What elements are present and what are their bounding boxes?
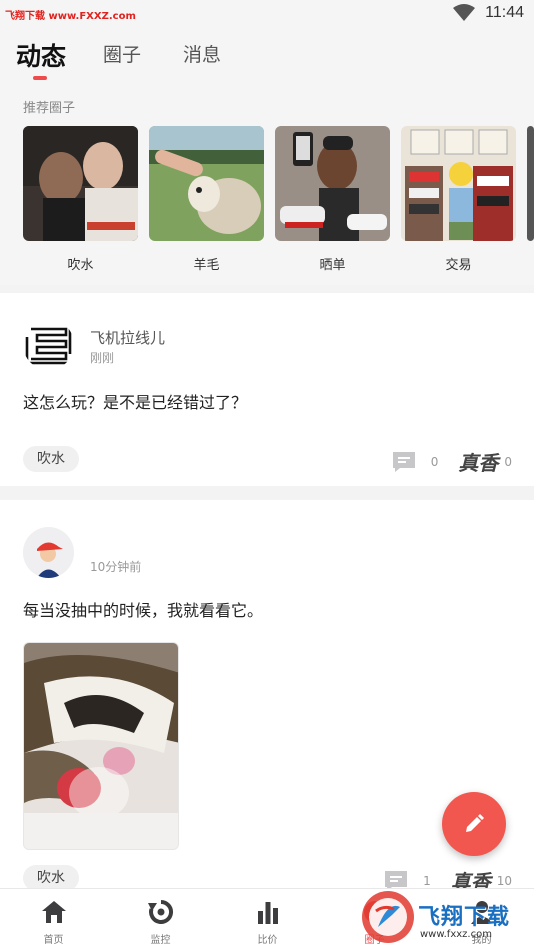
watermark-text: 飞翔下载 [418, 905, 511, 930]
circle-image [23, 126, 138, 241]
nav-item-monitor[interactable]: 监控 [107, 889, 214, 949]
username[interactable]: 飞机拉线儿 [90, 327, 165, 348]
nav-item-home[interactable]: 首页 [0, 889, 107, 949]
comment-icon[interactable] [391, 450, 417, 474]
circle-card-jiaoyi[interactable]: 交易 [401, 126, 516, 273]
status-bar: 飞翔下载 www.FXXZ.com 11:44 [0, 0, 534, 28]
watermark-logo: 飞翔下载 www.fxxz.com [358, 885, 534, 949]
circle-label: 晒单 [319, 258, 346, 273]
status-time: 11:44 [485, 4, 524, 21]
pencil-icon [466, 814, 484, 832]
recommended-circles: 推荐圈子 吹水 羊毛 晒单 交易 [0, 90, 534, 285]
circle-card-partial[interactable] [527, 126, 534, 241]
avatar[interactable] [23, 527, 74, 578]
post-time: 刚刚 [90, 351, 115, 365]
like-count: 0 [504, 454, 512, 469]
post-image[interactable] [23, 642, 179, 850]
avatar[interactable] [23, 319, 74, 370]
circle-image [401, 126, 516, 241]
circle-card-chuishui[interactable]: 吹水 [23, 126, 138, 273]
circle-label: 吹水 [67, 258, 94, 273]
nav-label: 比价 [257, 935, 278, 946]
circle-label: 交易 [445, 258, 472, 273]
refresh-icon [148, 899, 174, 924]
compose-button[interactable] [442, 792, 506, 856]
tab-messages[interactable]: 消息 [183, 40, 221, 67]
bar-chart-icon [258, 902, 278, 924]
nav-label: 监控 [150, 935, 171, 946]
tab-feed[interactable]: 动态 [16, 37, 66, 73]
circle-label: 羊毛 [193, 258, 220, 273]
circle-image [275, 126, 390, 241]
zhenxiang-like-button[interactable]: 真香 [458, 447, 498, 476]
post-time: 10分钟前 [90, 560, 142, 574]
tab-indicator [33, 76, 47, 80]
section-title: 推荐圈子 [23, 101, 76, 116]
circle-card-yangmao[interactable]: 羊毛 [149, 126, 264, 273]
wifi-icon [453, 4, 476, 21]
nav-item-compare[interactable]: 比价 [214, 889, 321, 949]
circle-image [527, 126, 534, 241]
nav-label: 首页 [43, 935, 64, 946]
post-content: 每当没抽中的时候，我就看看它。 [23, 601, 264, 620]
comment-count: 0 [430, 454, 439, 469]
post-content: 这怎么玩？是不是已经错过了？ [23, 393, 248, 412]
circle-card-shaidan[interactable]: 晒单 [275, 126, 390, 273]
tab-circles[interactable]: 圈子 [103, 40, 141, 67]
post-card[interactable]: 飞机拉线儿 刚刚 这怎么玩？是不是已经错过了？ 吹水 0 真香 0 [0, 293, 534, 486]
watermark-text: 飞翔下载 www.FXXZ.com [5, 11, 136, 22]
circle-tag[interactable]: 吹水 [23, 446, 79, 472]
circle-image [149, 126, 264, 241]
header-tabs: 动态 圈子 消息 [0, 28, 534, 90]
watermark-url: www.fxxz.com [420, 929, 492, 940]
home-icon [42, 901, 66, 923]
